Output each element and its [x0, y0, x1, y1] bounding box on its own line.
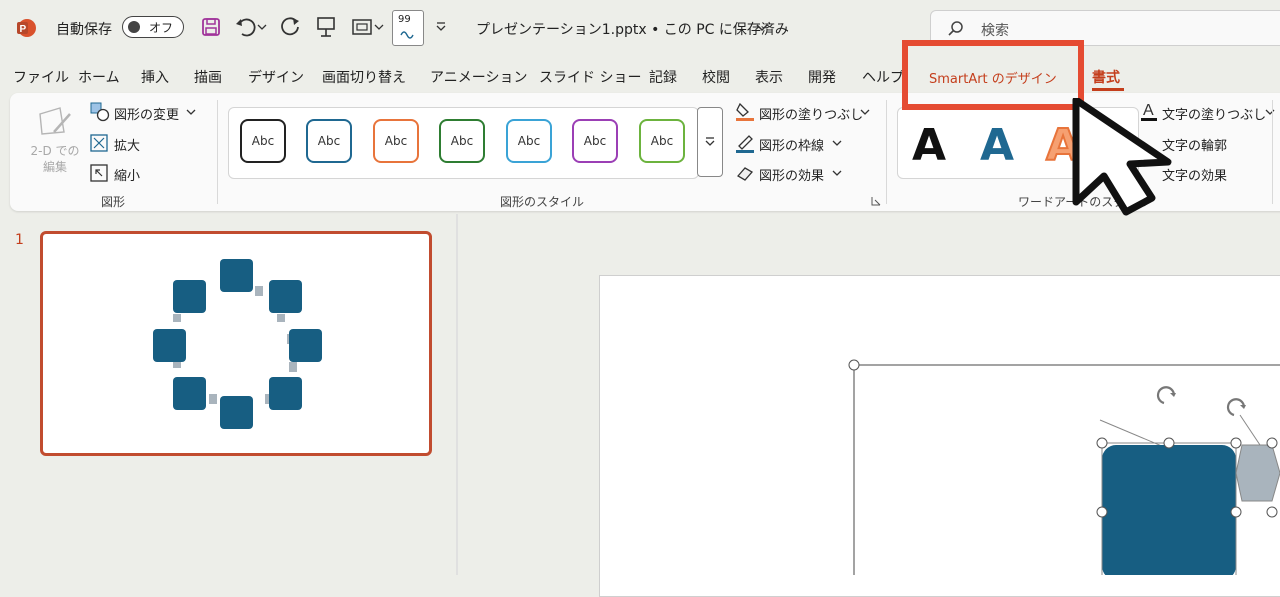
smartart-thumbnail-graphic [153, 259, 322, 429]
wordart-style-1[interactable]: A [912, 120, 946, 171]
shrink-icon [90, 164, 108, 182]
mouse-pointer-icon [1072, 98, 1172, 216]
change-shape-button[interactable]: 図形の変更 [114, 104, 179, 123]
larger-button[interactable]: 拡大 [114, 135, 140, 154]
tab-design[interactable]: デザイン [248, 67, 304, 87]
more-icon [705, 137, 715, 146]
edit-2d-icon [39, 107, 71, 135]
active-tab-indicator [1092, 88, 1124, 91]
highlight-box [902, 40, 1084, 110]
autosave-state: オフ [149, 21, 174, 35]
change-shape-icon [90, 102, 110, 122]
smartart-selection[interactable] [840, 355, 1280, 575]
slide-number: 1 [15, 232, 24, 248]
shape-style-6[interactable]: Abc [572, 119, 618, 163]
shape-outline-button[interactable]: 図形の枠線 [759, 135, 824, 154]
tab-slideshow[interactable]: スライド ショー [539, 67, 641, 87]
group-divider [886, 100, 887, 204]
customize-qat-icon[interactable] [434, 20, 448, 34]
title-bar: P 自動保存 オフ 99 プレゼンテーション1.pptx • この PC に保存 [0, 0, 1280, 58]
pane-divider[interactable] [456, 214, 458, 575]
tab-draw[interactable]: 描画 [194, 67, 222, 87]
shape-styles-group-label: 図形のスタイル [500, 195, 585, 209]
shape-style-5[interactable]: Abc [506, 119, 552, 163]
quick-access-custom-button[interactable]: 99 [392, 10, 424, 46]
chevron-down-icon[interactable] [186, 108, 196, 116]
tab-record[interactable]: 記録 [649, 67, 677, 87]
shape-style-4[interactable]: Abc [439, 119, 485, 163]
chevron-down-icon[interactable] [832, 169, 842, 177]
dialog-launcher-icon[interactable] [871, 196, 881, 206]
new-slide-icon[interactable] [350, 15, 386, 39]
tab-review[interactable]: 校閲 [702, 67, 730, 87]
spell-check-icon [400, 31, 414, 39]
search-icon [948, 21, 963, 36]
chevron-down-icon[interactable] [755, 23, 769, 33]
shape-effects-button[interactable]: 図形の効果 [759, 165, 824, 184]
save-icon[interactable] [201, 17, 221, 37]
pen-outline-icon [736, 135, 754, 153]
shape-style-7[interactable]: Abc [639, 119, 685, 163]
shape-style-2[interactable]: Abc [306, 119, 352, 163]
svg-text:P: P [20, 24, 27, 35]
undo-icon[interactable] [234, 15, 268, 39]
search-placeholder: 検索 [981, 23, 1009, 39]
gallery-more-button[interactable] [697, 107, 723, 177]
edit-in-2d-button: 2-D での 編集 [30, 144, 80, 174]
chevron-down-icon[interactable] [860, 108, 870, 116]
slide-thumbnail[interactable] [40, 231, 432, 456]
tab-view[interactable]: 表示 [755, 67, 783, 87]
present-icon[interactable] [314, 15, 338, 39]
tab-file[interactable]: ファイル [13, 67, 69, 87]
smaller-button[interactable]: 縮小 [114, 165, 140, 184]
tab-format[interactable]: 書式 [1092, 67, 1120, 87]
group-divider [1272, 100, 1273, 204]
quick-access-badge: 99 [398, 14, 411, 25]
chevron-down-icon[interactable] [832, 139, 842, 147]
shapes-group-label: 図形 [101, 195, 126, 209]
tab-developer[interactable]: 開発 [808, 67, 836, 87]
redo-icon[interactable] [280, 15, 304, 39]
shape-style-3[interactable]: Abc [373, 119, 419, 163]
tab-transitions[interactable]: 画面切り替え [322, 67, 406, 87]
tab-help[interactable]: ヘルプ [862, 67, 904, 87]
group-divider [217, 100, 218, 204]
shape-style-1[interactable]: Abc [240, 119, 286, 163]
tab-home[interactable]: ホーム [78, 67, 120, 87]
enlarge-icon [90, 134, 108, 152]
paint-bucket-icon [736, 102, 754, 121]
autosave-label: 自動保存 [56, 22, 112, 38]
tab-animations[interactable]: アニメーション [430, 67, 527, 87]
file-name[interactable]: プレゼンテーション1.pptx • この PC に保存済み [476, 19, 789, 39]
shape-effects-icon [736, 167, 754, 181]
wordart-style-2[interactable]: A [980, 120, 1014, 171]
autosave-toggle[interactable]: オフ [122, 16, 184, 38]
chevron-down-icon[interactable] [1265, 108, 1275, 116]
tab-insert[interactable]: 挿入 [141, 67, 169, 87]
toggle-knob [128, 21, 140, 33]
powerpoint-icon[interactable]: P [16, 18, 36, 38]
shape-fill-button[interactable]: 図形の塗りつぶし [759, 104, 863, 123]
